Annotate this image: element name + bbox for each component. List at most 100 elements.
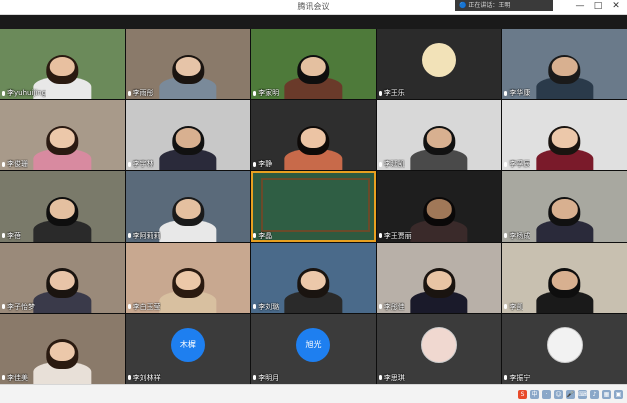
avatar: 旭光 — [296, 327, 331, 362]
video-gallery: 李yuhuijing 李雨彤 李家明 李王乐 李华康李俊珊 李宇林 李静 李延凯 李孚辰李蓓 李阿… — [0, 29, 627, 384]
participant-video — [284, 54, 343, 100]
mic-icon — [253, 233, 257, 239]
participant-name-text: 李静 — [258, 160, 273, 169]
video-tile[interactable]: 李晶 — [251, 171, 376, 242]
video-tile[interactable]: 李雨彤 — [125, 29, 251, 100]
participant-name: 李孚辰 — [504, 159, 530, 169]
participant-name-text: 李振宁 — [509, 373, 531, 382]
tray-icon[interactable]: 中 — [530, 389, 539, 399]
video-tile[interactable]: 李王乐 — [376, 29, 502, 100]
video-tile[interactable]: 李孚辰 — [502, 100, 627, 171]
participant-name-text: 李佳美 — [7, 373, 28, 382]
participant-name: 李阿莉莉 — [127, 231, 161, 241]
video-tile[interactable]: 旭光李明月 — [251, 313, 376, 384]
mic-icon — [253, 375, 257, 381]
participant-name-text: 李刘璐 — [258, 302, 280, 311]
video-tile[interactable]: 李俊珊 — [0, 100, 125, 171]
video-tile[interactable]: 李思琪 — [376, 313, 502, 384]
tray-icon[interactable]: ▦ — [602, 389, 611, 399]
maximize-icon[interactable]: □ — [591, 0, 605, 13]
video-tile[interactable]: 李王贾丽 — [376, 171, 502, 242]
participant-name-text: 李王贾丽 — [383, 231, 412, 240]
participant-name-text: 李彤佳 — [383, 302, 405, 311]
mic-icon — [378, 161, 382, 167]
participant-name-text: 李华康 — [509, 89, 531, 98]
participant-video — [33, 268, 91, 313]
participant-name: 李雨彤 — [127, 88, 154, 98]
participant-video — [410, 268, 468, 313]
mic-icon — [504, 304, 508, 310]
participant-name: 李蓓 — [2, 231, 21, 241]
mic-icon — [378, 304, 382, 310]
video-tile[interactable]: 李振宁 — [502, 313, 627, 384]
close-icon[interactable]: ✕ — [609, 0, 623, 13]
mic-icon — [253, 90, 257, 96]
mic-icon — [127, 161, 131, 167]
system-tray: S 中 · ☺ 🎤 ⌨ ♪ ▦ ▣ — [518, 388, 623, 400]
participant-name-text: 李明月 — [258, 373, 280, 382]
participant-name: 李凯 — [504, 302, 523, 312]
title-bar: 腾讯会议 🔵 正在讲话：王明 — □ ✕ — [0, 0, 627, 15]
participant-name-text: 李白玉莹 — [132, 302, 161, 311]
tray-icon[interactable]: ▣ — [614, 389, 623, 399]
tray-icon[interactable]: · — [542, 389, 551, 399]
participant-name-text: 李凯 — [509, 302, 524, 311]
video-tile[interactable]: 李阿莉莉 — [125, 171, 251, 242]
participant-video — [536, 54, 594, 100]
tray-icon[interactable]: S — [518, 389, 527, 399]
participant-name: 李杨成 — [504, 231, 530, 241]
participant-name-text: 李阿莉莉 — [132, 231, 161, 240]
mic-icon — [378, 233, 382, 239]
video-tile[interactable]: 李白玉莹 — [125, 242, 251, 313]
tray-icon[interactable]: ♪ — [590, 389, 599, 399]
participant-name: 李yuhuijing — [2, 88, 46, 98]
participant-name: 李振宁 — [504, 373, 530, 383]
mic-icon — [253, 304, 257, 310]
tray-icon[interactable]: 🎤 — [566, 389, 575, 399]
mic-icon — [504, 90, 508, 96]
speaking-indicator[interactable]: 🔵 正在讲话：王明 — [455, 0, 553, 11]
tray-icon[interactable]: ☺ — [554, 389, 563, 399]
participant-name-text: 李王乐 — [383, 89, 405, 98]
participant-video — [33, 125, 91, 171]
participant-name: 李思琪 — [378, 373, 405, 383]
video-tile[interactable]: 李延凯 — [376, 100, 502, 171]
participant-name-text: 李延凯 — [383, 160, 405, 169]
participant-name: 李俊珊 — [2, 159, 28, 169]
participant-name: 李子怡梦 — [2, 302, 35, 312]
participant-video — [159, 54, 217, 100]
video-tile[interactable]: 李彤佳 — [376, 242, 502, 313]
minimize-icon[interactable]: — — [573, 0, 587, 13]
video-tile[interactable]: 木樨 李刘林祥 — [125, 313, 251, 384]
participant-name-text: 李家明 — [258, 89, 280, 98]
mic-icon — [504, 375, 508, 381]
video-tile[interactable]: 李华康 — [502, 29, 627, 100]
participant-video — [536, 268, 594, 313]
video-tile[interactable]: 李yuhuijing — [0, 29, 125, 100]
mic-icon — [127, 375, 131, 381]
mic-icon — [504, 161, 508, 167]
video-tile[interactable]: 李宇林 — [125, 100, 251, 171]
participant-name-text: 李蓓 — [7, 231, 21, 240]
participant-name-text: 李俊珊 — [7, 160, 28, 169]
video-tile[interactable]: 李家明 — [251, 29, 376, 100]
video-tile[interactable]: 李杨成 — [502, 171, 627, 242]
video-tile[interactable]: 李静 — [251, 100, 376, 171]
video-tile[interactable]: 李刘璐 — [251, 242, 376, 313]
mic-icon — [127, 233, 131, 239]
video-tile[interactable]: 李佳美 — [0, 313, 125, 384]
video-tile[interactable]: 李蓓 — [0, 171, 125, 242]
participant-name: 李家明 — [253, 88, 279, 98]
mic-icon — [504, 233, 508, 239]
participant-video — [33, 196, 91, 242]
avatar: 木樨 — [170, 327, 205, 362]
mic-icon — [2, 375, 5, 381]
tray-icon[interactable]: ⌨ — [578, 389, 587, 399]
video-tile[interactable]: 李凯 — [502, 242, 627, 313]
participant-video — [410, 125, 468, 171]
video-tile[interactable]: 李子怡梦 — [0, 242, 125, 313]
participant-name-text: 李晶 — [258, 231, 273, 240]
chalkboard-background — [261, 178, 370, 232]
participant-name-text: 李子怡梦 — [7, 302, 35, 311]
profile-photo — [546, 326, 583, 363]
